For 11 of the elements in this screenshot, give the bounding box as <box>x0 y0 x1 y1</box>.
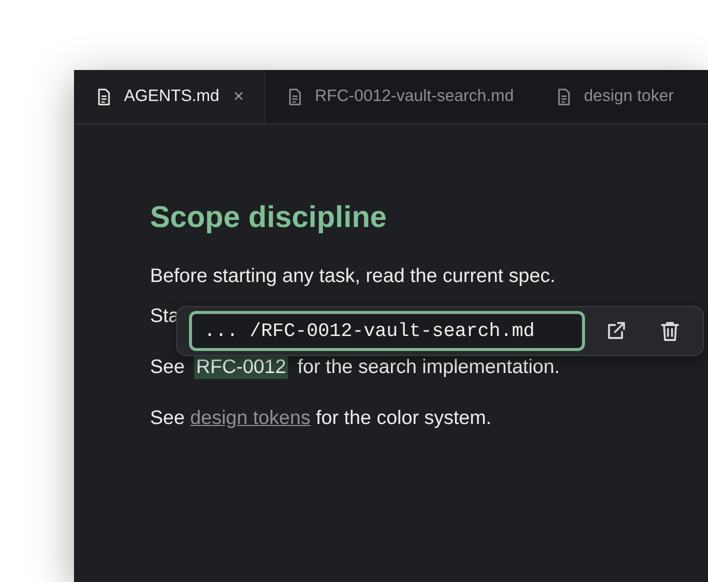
paragraph: See design tokens for the color system. <box>150 406 492 431</box>
tab[interactable]: RFC-0012-vault-search.md <box>264 70 534 123</box>
tab[interactable]: design toker <box>534 70 694 123</box>
link[interactable]: design tokens <box>190 407 310 429</box>
tab[interactable]: AGENTS.md × <box>74 70 265 123</box>
paragraph: See RFC-0012 for the search implementation. <box>150 354 561 380</box>
path-field[interactable]: ... /RFC-0012-vault-search.md <box>189 311 586 351</box>
close-button[interactable]: × <box>233 86 244 107</box>
paragraph: Before starting any task, read the current spec. <box>150 264 556 289</box>
heading: Scope discipline <box>150 201 388 235</box>
note-link[interactable]: RFC-0012 <box>194 355 288 379</box>
